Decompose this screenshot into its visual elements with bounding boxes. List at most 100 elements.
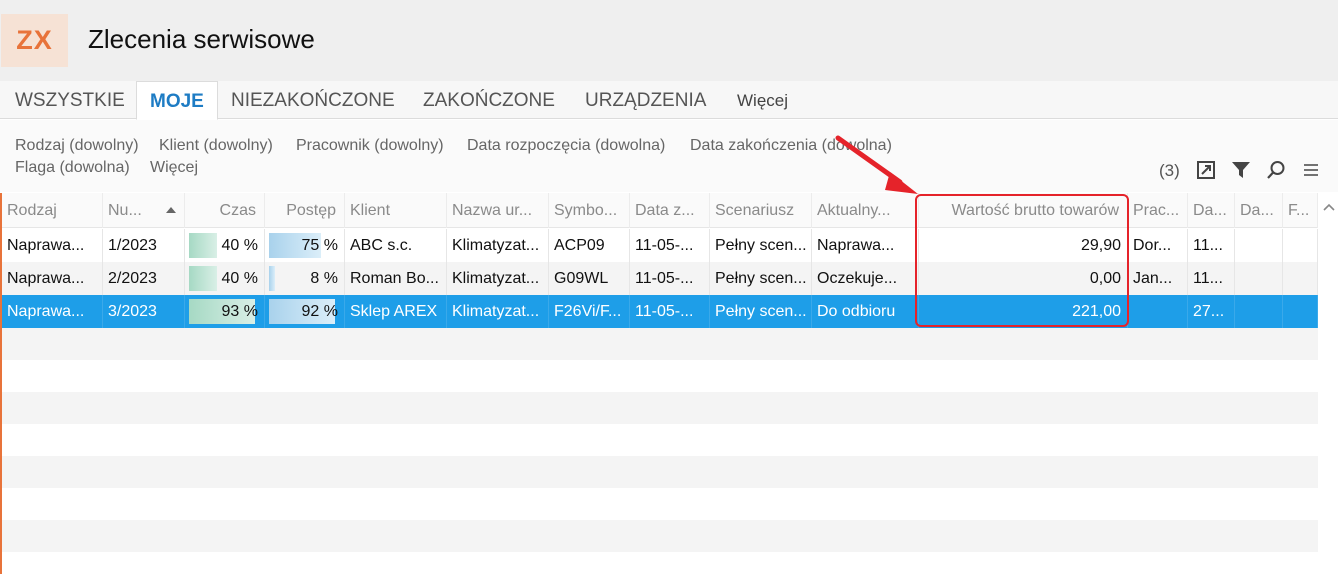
cell-nazwa: Klimatyzat... [447, 262, 549, 295]
column-header-rodzaj[interactable]: Rodzaj [2, 193, 103, 228]
cell-nazwa: Klimatyzat... [447, 229, 549, 262]
cell-postep: 8 % [265, 262, 345, 295]
cell-rodzaj: Naprawa... [2, 229, 103, 262]
filter-klient[interactable]: Klient (dowolny) [159, 137, 273, 155]
cell-czas: 40 % [185, 229, 265, 262]
export-icon[interactable] [1194, 158, 1218, 182]
tab-moje[interactable]: MOJE [136, 81, 218, 120]
cell-wartosc: 221,00 [919, 295, 1128, 328]
record-count: (3) [1159, 161, 1180, 180]
cell-numer: 2/2023 [103, 262, 185, 295]
empty-row [2, 392, 1318, 424]
column-header-scenariusz[interactable]: Scenariusz [710, 193, 812, 228]
cell-da2 [1235, 262, 1283, 295]
cell-rodzaj: Naprawa... [2, 262, 103, 295]
filter-data-zakonczenia[interactable]: Data zakończenia (dowolna) [690, 137, 892, 155]
czas-value: 40 % [221, 237, 258, 254]
cell-da1: 27... [1188, 295, 1235, 328]
column-header-wartosc[interactable]: Wartość brutto towarów [919, 193, 1128, 228]
tab-wszystkie[interactable]: WSZYSTKIE [15, 81, 125, 119]
cell-klient: ABC s.c. [345, 229, 447, 262]
column-header-czas[interactable]: Czas [185, 193, 265, 228]
app-logo: ZX [1, 14, 68, 67]
filter-pracownik[interactable]: Pracownik (dowolny) [296, 137, 444, 155]
app-header: ZX Zlecenia serwisowe [0, 0, 1338, 81]
cell-numer: 1/2023 [103, 229, 185, 262]
empty-row [2, 520, 1318, 552]
cell-scenariusz: Pełny scen... [710, 229, 812, 262]
cell-f [1283, 262, 1318, 295]
cell-nazwa: Klimatyzat... [447, 295, 549, 328]
table-header: Rodzaj Nu... Czas Postęp Klient Nazwa ur… [2, 193, 1318, 228]
filter-more[interactable]: Więcej [150, 159, 198, 177]
cell-rodzaj: Naprawa... [2, 295, 103, 328]
scroll-up-icon[interactable] [1322, 200, 1336, 214]
cell-data-z: 11-05-... [630, 229, 710, 262]
menu-icon[interactable] [1299, 158, 1323, 182]
cell-scenariusz: Pełny scen... [710, 262, 812, 295]
empty-row [2, 328, 1318, 360]
cell-prac: Jan... [1128, 262, 1188, 295]
cell-aktualny: Naprawa... [812, 229, 919, 262]
column-header-prac[interactable]: Prac... [1128, 193, 1188, 228]
cell-aktualny: Do odbioru [812, 295, 919, 328]
cell-postep: 75 % [265, 229, 345, 262]
tab-urzadzenia[interactable]: URZĄDZENIA [585, 81, 706, 119]
cell-numer: 3/2023 [103, 295, 185, 328]
filter-rodzaj[interactable]: Rodzaj (dowolny) [15, 137, 139, 155]
cell-da1: 11... [1188, 229, 1235, 262]
cell-da2 [1235, 229, 1283, 262]
filter-flaga[interactable]: Flaga (dowolna) [15, 159, 130, 177]
cell-klient: Sklep AREX [345, 295, 447, 328]
czas-value: 93 % [221, 303, 258, 320]
empty-row [2, 360, 1318, 392]
cell-scenariusz: Pełny scen... [710, 295, 812, 328]
cell-symbol: F26Vi/F... [549, 295, 630, 328]
postep-value: 92 % [301, 303, 338, 320]
tab-niezakonczone[interactable]: NIEZAKOŃCZONE [231, 81, 395, 119]
column-header-data-z[interactable]: Data z... [630, 193, 710, 228]
column-header-klient[interactable]: Klient [345, 193, 447, 228]
cell-prac [1128, 295, 1188, 328]
column-header-aktualny[interactable]: Aktualny... [812, 193, 919, 228]
tab-zakonczone[interactable]: ZAKOŃCZONE [423, 81, 555, 119]
postep-value: 75 % [301, 237, 338, 254]
table-row[interactable]: Naprawa... 2/2023 40 % 8 % Roman Bo... K… [2, 262, 1318, 295]
cell-czas: 40 % [185, 262, 265, 295]
cell-f [1283, 229, 1318, 262]
table-row[interactable]: Naprawa... 1/2023 40 % 75 % ABC s.c. Kli… [2, 229, 1318, 262]
filter-icon[interactable] [1229, 158, 1253, 182]
cell-data-z: 11-05-... [630, 262, 710, 295]
column-header-postep[interactable]: Postęp [265, 193, 345, 228]
cell-f [1283, 295, 1318, 328]
cell-da1: 11... [1188, 262, 1235, 295]
cell-aktualny: Oczekuje... [812, 262, 919, 295]
czas-progress-bar [189, 266, 217, 291]
filter-data-rozpoczecia[interactable]: Data rozpoczęcia (dowolna) [467, 137, 665, 155]
czas-value: 40 % [221, 270, 258, 287]
cell-data-z: 11-05-... [630, 295, 710, 328]
cell-wartosc: 29,90 [919, 229, 1128, 262]
search-icon[interactable] [1264, 158, 1288, 182]
empty-row [2, 424, 1318, 456]
column-header-numer[interactable]: Nu... [103, 193, 185, 228]
cell-da2 [1235, 295, 1283, 328]
postep-value: 8 % [310, 270, 338, 287]
cell-symbol: ACP09 [549, 229, 630, 262]
czas-progress-bar [189, 233, 217, 258]
cell-symbol: G09WL [549, 262, 630, 295]
sort-ascending-icon [166, 207, 176, 213]
page-title: Zlecenia serwisowe [88, 24, 315, 54]
table-row-selected[interactable]: Naprawa... 3/2023 93 % 92 % Sklep AREX K… [2, 295, 1318, 328]
column-header-da2[interactable]: Da... [1235, 193, 1283, 228]
filter-bar: Rodzaj (dowolny) Klient (dowolny) Pracow… [0, 120, 1338, 192]
tab-more[interactable]: Więcej [737, 81, 788, 119]
column-header-nazwa[interactable]: Nazwa ur... [447, 193, 549, 228]
column-header-symbol[interactable]: Symbo... [549, 193, 630, 228]
cell-prac: Dor... [1128, 229, 1188, 262]
column-header-f[interactable]: F... [1283, 193, 1318, 228]
postep-progress-bar [269, 266, 275, 291]
cell-czas: 93 % [185, 295, 265, 328]
column-header-da1[interactable]: Da... [1188, 193, 1235, 228]
cell-postep: 92 % [265, 295, 345, 328]
